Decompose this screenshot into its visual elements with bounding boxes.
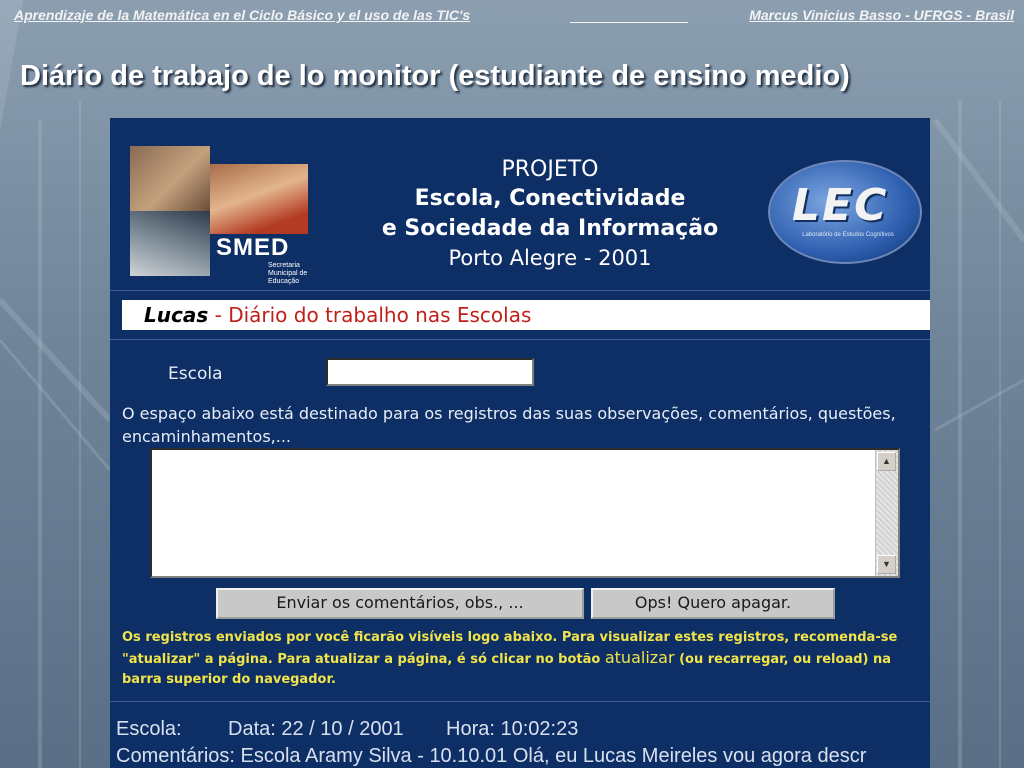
browser-page-screenshot: SMED Secretaria Municipal de Educação PR… [110, 118, 930, 768]
diary-title: Diário do trabalho nas Escolas [228, 303, 532, 327]
record-escola: Escola: [116, 718, 182, 740]
smed-logo: SMED Secretaria Municipal de Educação [210, 234, 308, 285]
photo-computer [130, 211, 210, 276]
title-separator: - [208, 303, 229, 327]
record-comments: Comentários: Escola Aramy Silva - 10.10.… [116, 745, 867, 767]
photo-students [130, 146, 210, 211]
refresh-note: Os registros enviados por você ficarão v… [122, 628, 922, 690]
record-time: Hora: 10:02:23 [446, 718, 579, 740]
scroll-down-arrow-icon[interactable]: ▼ [877, 555, 896, 574]
header-course-title: Aprendizaje de la Matemática en el Ciclo… [14, 7, 471, 23]
project-title-block: PROJETO Escola, Conectividade e Sociedad… [350, 156, 750, 272]
lec-logo: LEC Laboratório de Estudos Cognitivos [768, 160, 922, 264]
student-name: Lucas [144, 303, 209, 327]
project-place-year: Porto Alegre - 2001 [448, 246, 652, 270]
comments-scrollbar[interactable]: ▲ ▼ [875, 450, 898, 576]
photo-child [210, 164, 308, 234]
divider [110, 701, 930, 702]
refresh-note-highlight: atualizar [604, 648, 675, 667]
smed-logo-subtext: Secretaria Municipal de Educação [268, 262, 308, 285]
divider [110, 339, 930, 340]
comments-instructions: O espaço abaixo está destinado para os r… [122, 404, 896, 446]
lec-logo-subtext: Laboratório de Estudos Cognitivos [802, 232, 894, 238]
send-comments-button[interactable]: Enviar os comentários, obs., ... [216, 588, 584, 619]
slide-header: Aprendizaje de la Matemática en el Ciclo… [0, 0, 1024, 30]
clear-button[interactable]: Ops! Quero apagar. [591, 588, 835, 619]
escola-input[interactable] [326, 358, 534, 386]
escola-label: Escola [168, 364, 223, 384]
divider [110, 290, 930, 291]
project-name-line1: Escola, Conectividade [414, 186, 686, 211]
diary-title-bar: Lucas - Diário do trabalho nas Escolas [122, 300, 930, 330]
record-header: Escola: Data: 22 / 10 / 2001 Hora: 10:02:2… [116, 718, 578, 741]
comments-textarea[interactable] [152, 450, 876, 576]
slide-title: Diário de trabajo de lo monitor (estudia… [20, 60, 850, 92]
record-date: Data: 22 / 10 / 2001 [228, 718, 404, 740]
smed-photo-collage: SMED Secretaria Municipal de Educação [130, 146, 308, 285]
project-label: PROJETO [501, 157, 599, 182]
comments-box: ▲ ▼ [150, 448, 900, 578]
project-name-line2: e Sociedade da Informação [381, 216, 719, 241]
lec-logo-text: LEC [792, 180, 889, 231]
header-underline-fill [570, 22, 688, 23]
smed-logo-text: SMED [216, 234, 290, 261]
scroll-up-arrow-icon[interactable]: ▲ [877, 452, 896, 471]
header-author: Marcus Vinicius Basso - UFRGS - Brasil [749, 7, 1014, 23]
